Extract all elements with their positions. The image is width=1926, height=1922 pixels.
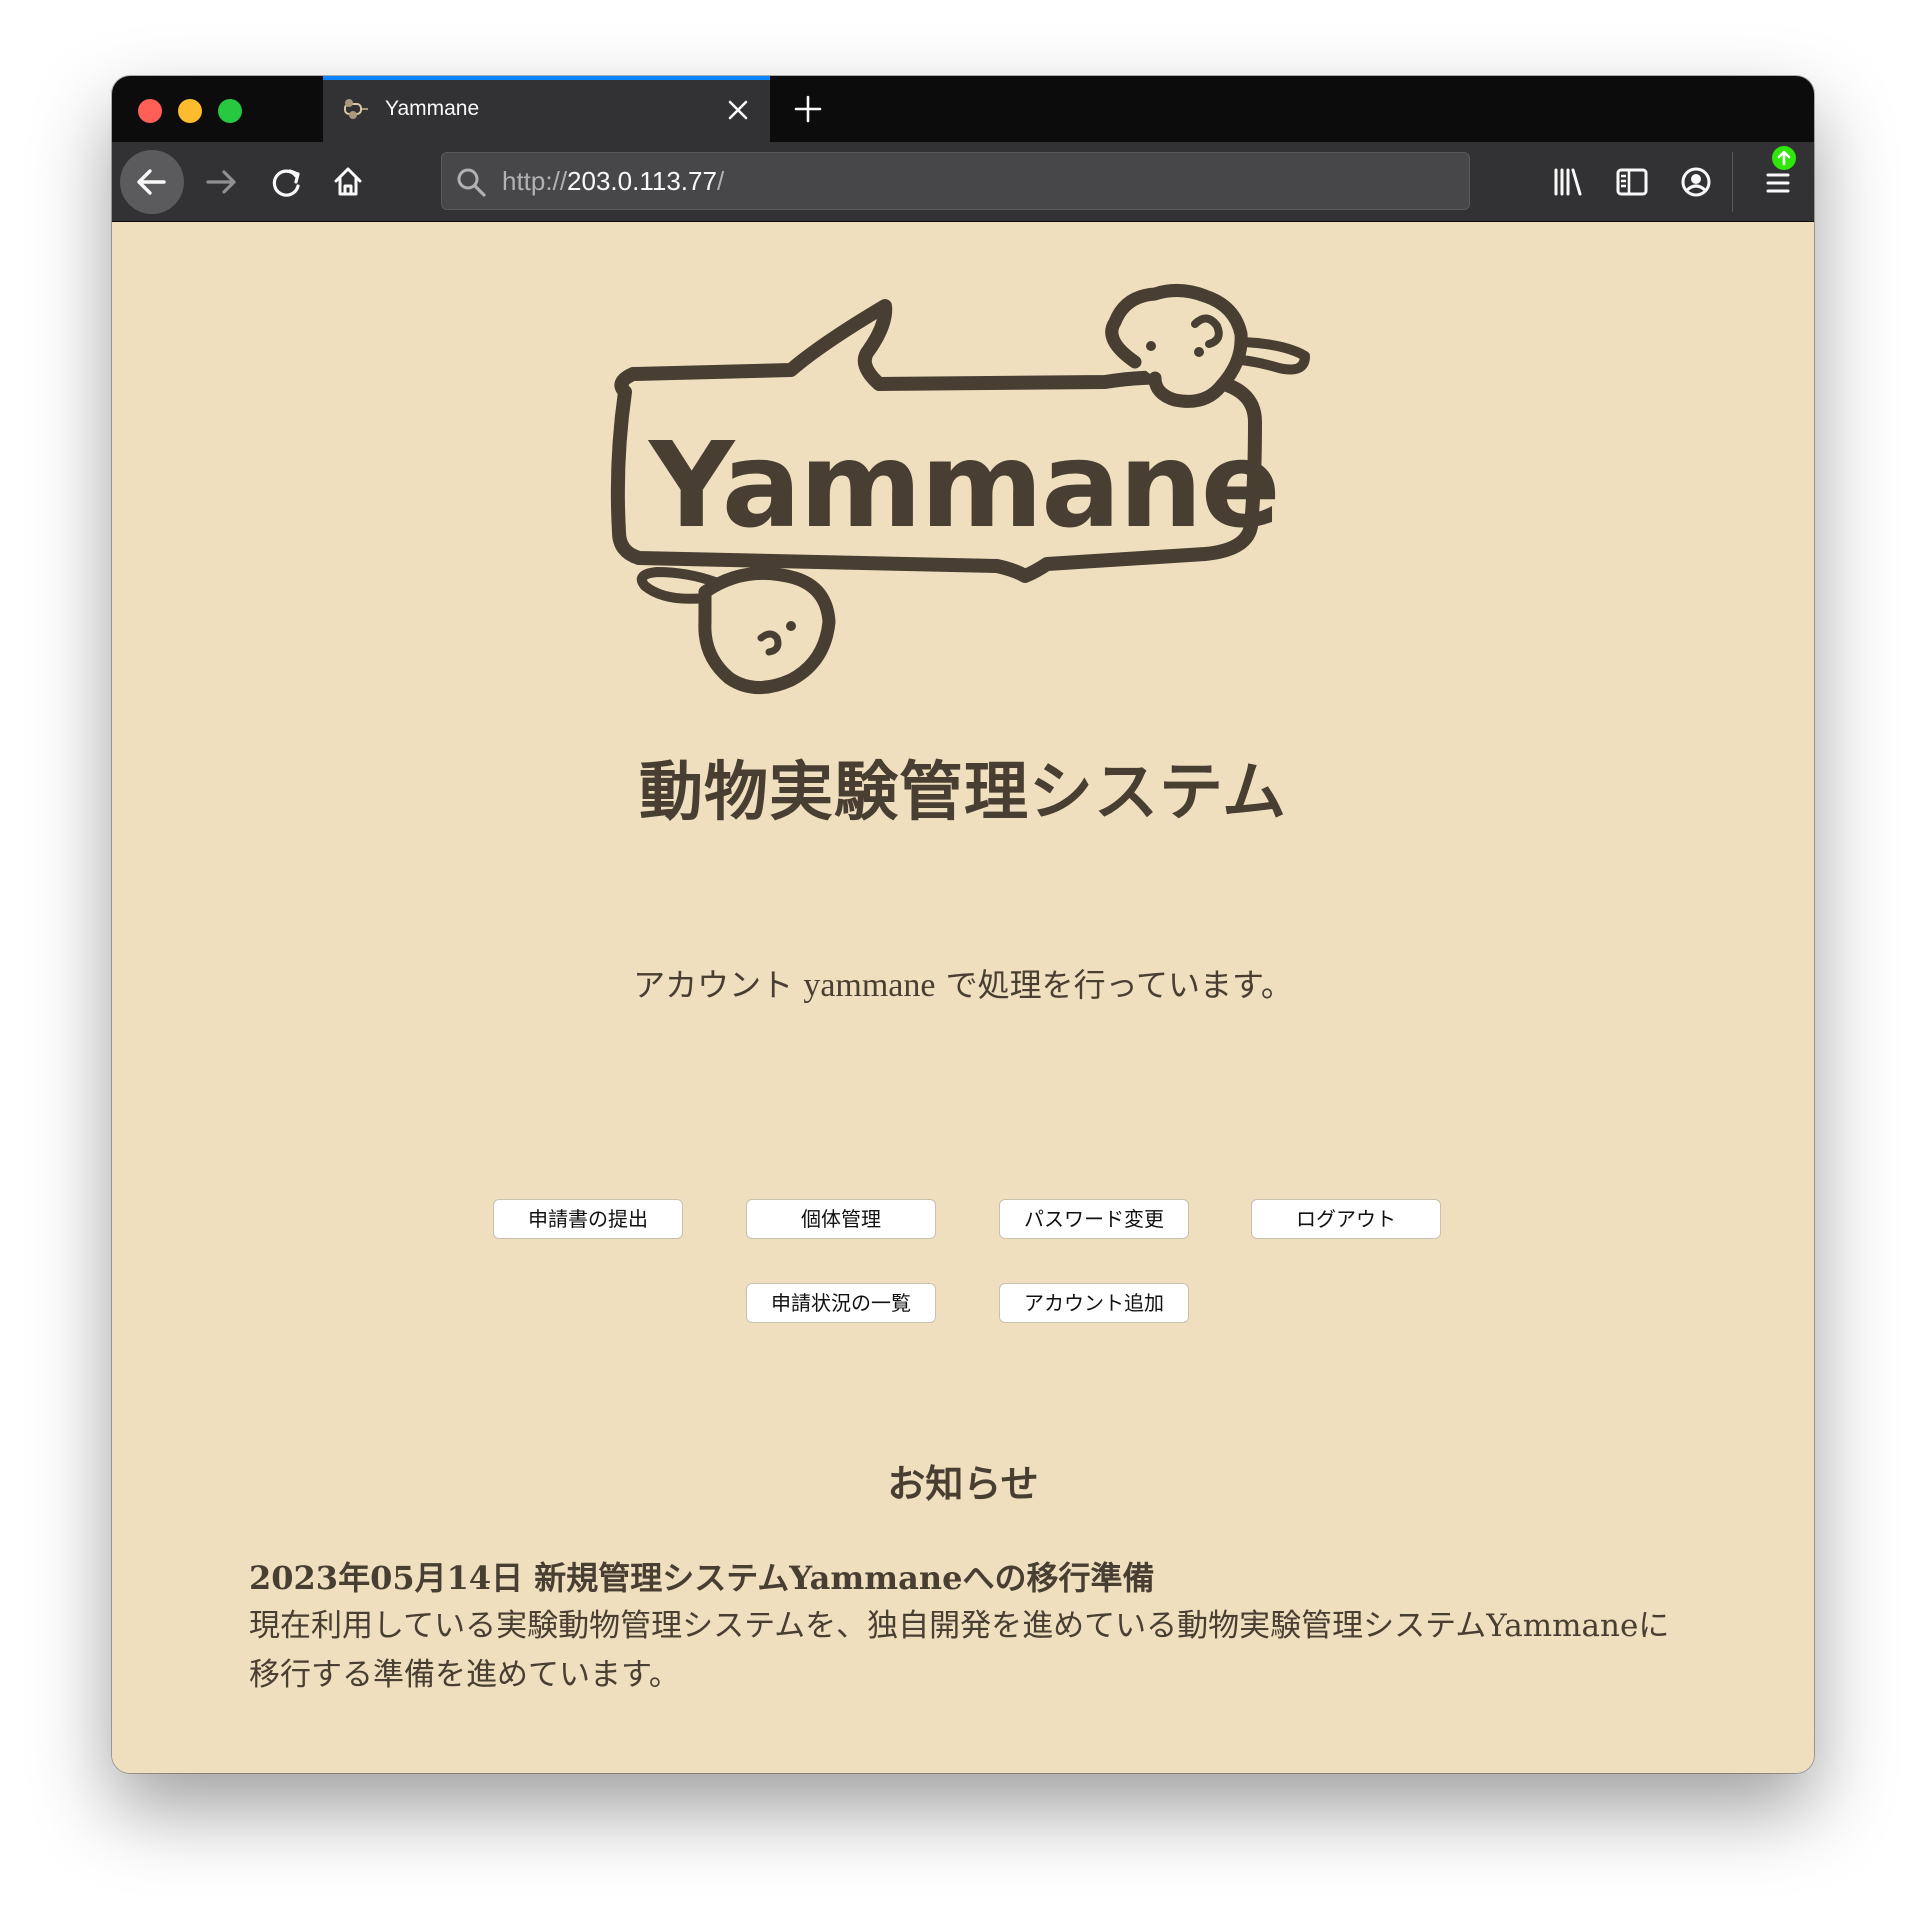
home-icon[interactable] bbox=[322, 156, 374, 208]
close-tab-icon[interactable] bbox=[722, 94, 754, 126]
animal-management-button[interactable]: 個体管理 bbox=[746, 1199, 936, 1239]
page-content: Yammane 動物実験管理システム アカウント yammane で処理を行って… bbox=[112, 222, 1814, 1773]
page-title: 動物実験管理システム bbox=[638, 755, 1288, 830]
toolbar-separator bbox=[1732, 152, 1733, 212]
tab-yammane[interactable]: Yammane bbox=[323, 76, 770, 142]
news-item-body: 現在利用している実験動物管理システムを、独自開発を進めている動物実験管理システム… bbox=[249, 1608, 1670, 1693]
account-prefix: アカウント bbox=[633, 966, 804, 1004]
address-bar[interactable]: http://203.0.113.77/ bbox=[441, 152, 1470, 210]
news-item-title: 2023年05月14日 新規管理システムYammaneへの移行準備 bbox=[249, 1559, 1155, 1597]
sidebar-icon[interactable] bbox=[1606, 156, 1658, 208]
yammane-logo: Yammane bbox=[610, 284, 1310, 695]
submit-application-button[interactable]: 申請書の提出 bbox=[493, 1199, 683, 1239]
favicon-icon bbox=[344, 99, 368, 119]
account-suffix: で処理を行っています。 bbox=[935, 966, 1293, 1004]
new-tab-icon[interactable] bbox=[788, 89, 828, 129]
browser-window: Yammane http://203.0.113.77/ Yammane 動物実… bbox=[112, 76, 1814, 1773]
url-text: http://203.0.113.77/ bbox=[502, 166, 724, 197]
search-icon bbox=[457, 168, 486, 197]
logo-wordmark: Yammane bbox=[647, 416, 1279, 554]
add-account-button[interactable]: アカウント追加 bbox=[999, 1283, 1189, 1323]
arrow-up-icon bbox=[1777, 150, 1791, 166]
close-window-button[interactable] bbox=[138, 99, 162, 123]
update-badge bbox=[1772, 146, 1796, 170]
account-icon[interactable] bbox=[1670, 156, 1722, 208]
url-scheme: http:// bbox=[502, 166, 568, 196]
account-status: アカウント yammane で処理を行っています。 bbox=[112, 960, 1814, 1006]
application-status-list-button[interactable]: 申請状況の一覧 bbox=[746, 1283, 936, 1323]
url-host: 203.0.113.77 bbox=[567, 166, 717, 196]
logout-button[interactable]: ログアウト bbox=[1251, 1199, 1441, 1239]
zoom-window-button[interactable] bbox=[218, 99, 242, 123]
library-icon[interactable] bbox=[1542, 156, 1594, 208]
account-name: yammane bbox=[803, 967, 936, 1004]
back-button[interactable] bbox=[120, 150, 184, 214]
tab-strip: Yammane bbox=[112, 76, 1814, 142]
tab-title: Yammane bbox=[385, 97, 480, 120]
navigation-toolbar: http://203.0.113.77/ bbox=[112, 142, 1814, 222]
arrow-left-icon bbox=[137, 169, 166, 195]
forward-icon[interactable] bbox=[196, 156, 248, 208]
url-path: / bbox=[716, 166, 725, 196]
change-password-button[interactable]: パスワード変更 bbox=[999, 1199, 1189, 1239]
reload-icon[interactable] bbox=[260, 156, 312, 208]
news-heading: お知らせ bbox=[887, 1461, 1039, 1506]
minimize-window-button[interactable] bbox=[178, 99, 202, 123]
